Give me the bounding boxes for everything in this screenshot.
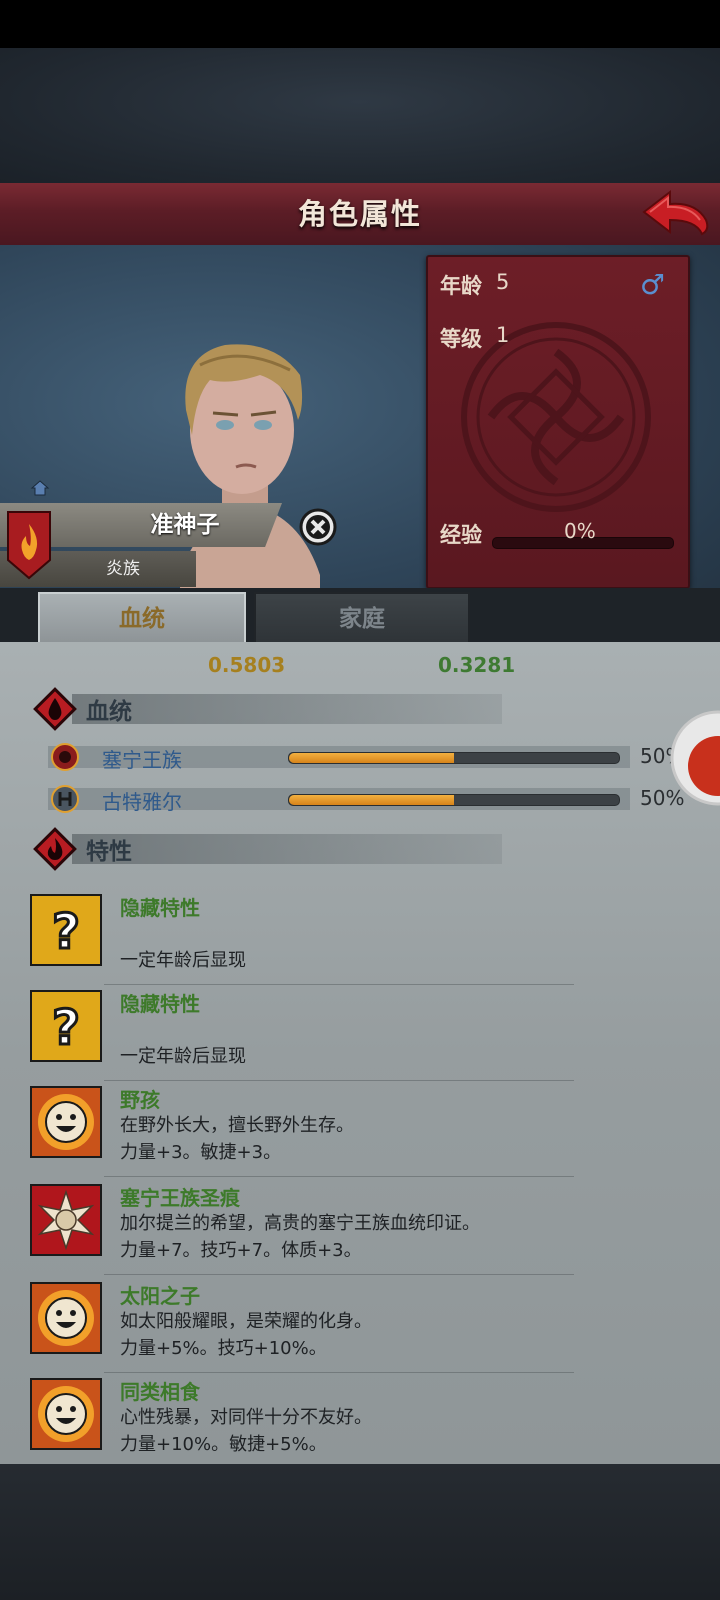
- trait-name: 野孩: [120, 1088, 160, 1112]
- trait-item[interactable]: ? 隐藏特性 一定年龄后显现: [0, 984, 720, 1081]
- trait-desc-line1: 心性残暴，对同伴十分不友好。: [120, 1407, 372, 1428]
- traits-section-header: 特性: [32, 827, 532, 871]
- question-icon: ?: [30, 894, 102, 966]
- male-icon: ♂: [640, 268, 666, 301]
- bloodline-name: 塞宁王族: [102, 748, 182, 772]
- bloodline-bar-fill: [289, 795, 454, 805]
- trait-desc-line1: 加尔提兰的希望，高贵的塞宁王族血统印证。: [120, 1213, 480, 1234]
- tab-bloodline[interactable]: 血统: [38, 592, 246, 644]
- trait-name: 隐藏特性: [120, 896, 200, 920]
- stat-left-value: 0.5803: [208, 653, 286, 677]
- character-race: 炎族: [106, 559, 140, 579]
- trait-name: 隐藏特性: [120, 992, 200, 1016]
- bloodline-bar: [288, 752, 620, 764]
- trait-desc-line1: [120, 920, 246, 947]
- smiley-sun-icon: [30, 1282, 102, 1354]
- trait-item[interactable]: 同类相食 心性残暴，对同伴十分不友好。 力量+10%。敏捷+5%。: [0, 1372, 720, 1468]
- trait-description: 如太阳般耀眼，是荣耀的化身。 力量+5%。技巧+10%。: [120, 1308, 372, 1362]
- sacred-mark-icon: [30, 1184, 102, 1256]
- potion-orb-icon: [670, 710, 720, 806]
- divider: [104, 1274, 574, 1275]
- house-icon: [30, 479, 50, 497]
- trait-description: 加尔提兰的希望，高贵的塞宁王族血统印证。 力量+7。技巧+7。体质+3。: [120, 1210, 480, 1264]
- svg-text:?: ?: [52, 904, 80, 960]
- flame-trait-icon: [33, 827, 77, 871]
- trait-name: 同类相食: [120, 1380, 200, 1404]
- question-icon: ?: [30, 990, 102, 1062]
- bloodline-bar-fill: [289, 753, 454, 763]
- back-button[interactable]: [640, 186, 714, 242]
- age-label: 年龄: [440, 274, 482, 298]
- floating-potion-button[interactable]: [668, 708, 720, 808]
- bloodline-row: 塞宁王族 50%: [0, 743, 720, 774]
- top-background: [0, 48, 720, 183]
- character-name: 准神子: [150, 512, 220, 538]
- stat-right-value: 0.3281: [438, 653, 516, 677]
- trait-item[interactable]: 太阳之子 如太阳般耀眼，是荣耀的化身。 力量+5%。技巧+10%。: [0, 1276, 720, 1373]
- age-value: 5: [496, 270, 510, 294]
- smiley-sun-icon: [30, 1378, 102, 1450]
- divider: [104, 1176, 574, 1177]
- exp-value: 0%: [564, 519, 596, 543]
- bloodline-section-header: 血统: [32, 687, 532, 731]
- trait-name: 塞宁王族圣痕: [120, 1186, 240, 1210]
- trait-description: 一定年龄后显现: [120, 920, 246, 974]
- svg-text:?: ?: [52, 1000, 80, 1056]
- trait-description: 一定年龄后显现: [120, 1016, 246, 1070]
- trait-desc-line1: 如太阳般耀眼，是荣耀的化身。: [120, 1311, 372, 1332]
- trait-item[interactable]: 野孩 在野外长大，擅长野外生存。 力量+3。敏捷+3。: [0, 1080, 720, 1177]
- smiley-sun-icon: [30, 1086, 102, 1158]
- trait-desc-line1: [120, 1016, 246, 1043]
- back-arrow-icon: [642, 189, 709, 236]
- fire-crest-icon: [6, 510, 52, 580]
- level-label: 等级: [440, 327, 482, 351]
- trait-desc-line2: 力量+3。敏捷+3。: [120, 1142, 282, 1163]
- gutyal-crest-icon: [51, 785, 79, 813]
- close-icon: [299, 508, 337, 546]
- page-title: 角色属性: [297, 197, 422, 231]
- trait-description: 心性残暴，对同伴十分不友好。 力量+10%。敏捷+5%。: [120, 1404, 372, 1458]
- trait-desc-line2: 力量+10%。敏捷+5%。: [120, 1434, 327, 1455]
- trait-item[interactable]: ? 隐藏特性 一定年龄后显现: [0, 888, 720, 985]
- trait-item[interactable]: 塞宁王族圣痕 加尔提兰的希望，高贵的塞宁王族血统印证。 力量+7。技巧+7。体质…: [0, 1178, 720, 1275]
- exp-label: 经验: [440, 523, 482, 547]
- trait-desc-line2: 力量+5%。技巧+10%。: [120, 1338, 327, 1359]
- status-bar: [0, 0, 720, 48]
- blood-drop-icon: [33, 687, 77, 731]
- bloodline-name: 古特雅尔: [102, 790, 182, 814]
- trait-desc-line2: 一定年龄后显现: [120, 950, 246, 971]
- level-value: 1: [496, 323, 510, 347]
- bloodline-row: 古特雅尔 50%: [0, 785, 720, 816]
- bottom-background: [0, 1464, 720, 1600]
- trait-description: 在野外长大，擅长野外生存。 力量+3。敏捷+3。: [120, 1112, 354, 1166]
- trait-desc-line1: 在野外长大，擅长野外生存。: [120, 1115, 354, 1136]
- tab-family[interactable]: 家庭: [254, 592, 470, 646]
- close-button[interactable]: [298, 507, 338, 547]
- bloodline-title: 血统: [86, 699, 132, 725]
- bloodline-bar: [288, 794, 620, 806]
- trait-desc-line2: 一定年龄后显现: [120, 1046, 246, 1067]
- trait-name: 太阳之子: [120, 1284, 200, 1308]
- traits-title: 特性: [86, 839, 132, 865]
- trait-desc-line2: 力量+7。技巧+7。体质+3。: [120, 1240, 362, 1261]
- senin-royal-crest-icon: [51, 743, 79, 771]
